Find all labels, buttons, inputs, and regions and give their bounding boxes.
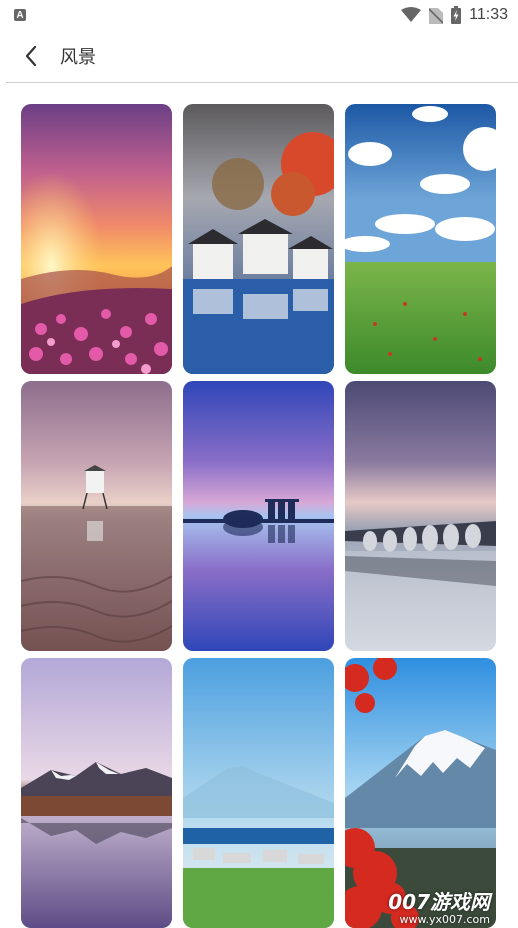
chevron-left-icon [25, 45, 37, 67]
watermark: 007游戏网 www.yx007.com [388, 891, 490, 926]
wallpaper-thumbnail[interactable] [183, 104, 334, 374]
wallpaper-grid: 007游戏网 www.yx007.com [21, 104, 496, 928]
no-sim-icon [429, 8, 444, 24]
status-bar: A 11:33 [0, 0, 518, 30]
app-notification-icon: A [14, 9, 26, 21]
toolbar: 风景 [0, 30, 518, 82]
wallpaper-thumbnail[interactable] [183, 658, 334, 928]
wallpaper-thumbnail[interactable] [21, 104, 172, 374]
wallpaper-thumbnail[interactable] [21, 381, 172, 651]
wallpaper-thumbnail[interactable] [345, 104, 496, 374]
divider [6, 82, 518, 83]
wallpaper-thumbnail[interactable] [183, 381, 334, 651]
wifi-icon [401, 7, 422, 22]
battery-charging-icon [451, 6, 462, 24]
status-time: 11:33 [469, 6, 508, 23]
page-title: 风景 [60, 47, 96, 68]
back-button[interactable] [6, 30, 56, 82]
wallpaper-thumbnail[interactable] [345, 381, 496, 651]
watermark-brand: 007游戏网 [388, 890, 490, 914]
wallpaper-thumbnail[interactable]: 007游戏网 www.yx007.com [345, 658, 496, 928]
wallpaper-thumbnail[interactable] [21, 658, 172, 928]
